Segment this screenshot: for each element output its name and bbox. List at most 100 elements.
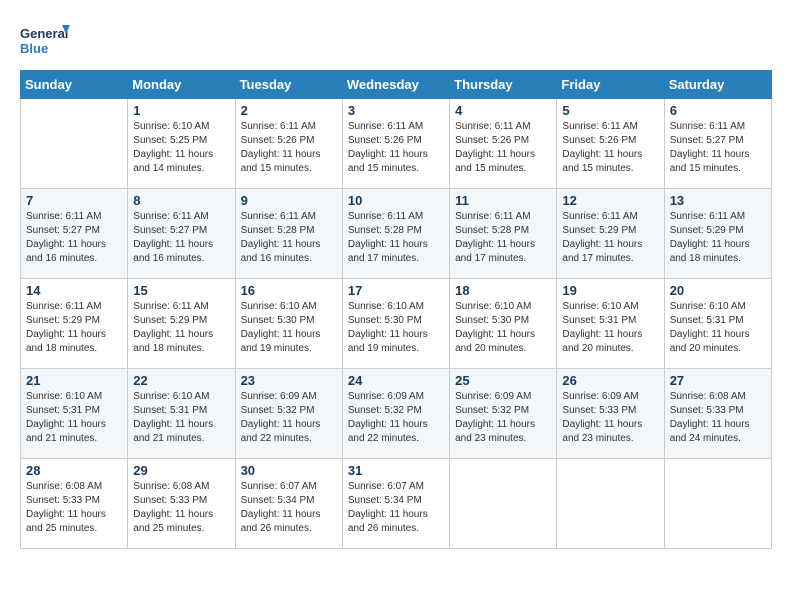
- day-number: 31: [348, 463, 444, 478]
- header: General Blue: [20, 20, 772, 60]
- day-number: 6: [670, 103, 766, 118]
- day-info: Sunrise: 6:11 AM Sunset: 5:27 PM Dayligh…: [670, 120, 766, 176]
- calendar-cell: [21, 99, 128, 189]
- calendar-cell: [557, 459, 664, 549]
- calendar-cell: 21 Sunrise: 6:10 AM Sunset: 5:31 PM Dayli…: [21, 369, 128, 459]
- day-info: Sunrise: 6:11 AM Sunset: 5:26 PM Dayligh…: [241, 120, 337, 176]
- day-number: 16: [241, 283, 337, 298]
- day-info: Sunrise: 6:11 AM Sunset: 5:29 PM Dayligh…: [133, 300, 229, 356]
- calendar-cell: 2 Sunrise: 6:11 AM Sunset: 5:26 PM Daylig…: [235, 99, 342, 189]
- calendar-cell: 14 Sunrise: 6:11 AM Sunset: 5:29 PM Dayli…: [21, 279, 128, 369]
- logo: General Blue: [20, 20, 70, 60]
- calendar-cell: 6 Sunrise: 6:11 AM Sunset: 5:27 PM Daylig…: [664, 99, 771, 189]
- day-number: 7: [26, 193, 122, 208]
- calendar-cell: 11 Sunrise: 6:11 AM Sunset: 5:28 PM Dayli…: [450, 189, 557, 279]
- day-number: 22: [133, 373, 229, 388]
- day-number: 28: [26, 463, 122, 478]
- day-number: 27: [670, 373, 766, 388]
- weekday-header-monday: Monday: [128, 71, 235, 99]
- day-number: 21: [26, 373, 122, 388]
- day-number: 25: [455, 373, 551, 388]
- calendar-cell: 25 Sunrise: 6:09 AM Sunset: 5:32 PM Dayli…: [450, 369, 557, 459]
- day-info: Sunrise: 6:11 AM Sunset: 5:26 PM Dayligh…: [562, 120, 658, 176]
- calendar-cell: 28 Sunrise: 6:08 AM Sunset: 5:33 PM Dayli…: [21, 459, 128, 549]
- calendar-week-4: 21 Sunrise: 6:10 AM Sunset: 5:31 PM Dayli…: [21, 369, 772, 459]
- day-info: Sunrise: 6:09 AM Sunset: 5:32 PM Dayligh…: [241, 390, 337, 446]
- day-info: Sunrise: 6:11 AM Sunset: 5:29 PM Dayligh…: [670, 210, 766, 266]
- calendar-cell: 20 Sunrise: 6:10 AM Sunset: 5:31 PM Dayli…: [664, 279, 771, 369]
- day-info: Sunrise: 6:11 AM Sunset: 5:29 PM Dayligh…: [26, 300, 122, 356]
- day-number: 2: [241, 103, 337, 118]
- day-info: Sunrise: 6:11 AM Sunset: 5:28 PM Dayligh…: [455, 210, 551, 266]
- day-number: 15: [133, 283, 229, 298]
- day-number: 18: [455, 283, 551, 298]
- calendar-cell: 13 Sunrise: 6:11 AM Sunset: 5:29 PM Dayli…: [664, 189, 771, 279]
- calendar-cell: 15 Sunrise: 6:11 AM Sunset: 5:29 PM Dayli…: [128, 279, 235, 369]
- day-info: Sunrise: 6:08 AM Sunset: 5:33 PM Dayligh…: [670, 390, 766, 446]
- weekday-header-wednesday: Wednesday: [342, 71, 449, 99]
- day-number: 1: [133, 103, 229, 118]
- day-info: Sunrise: 6:10 AM Sunset: 5:31 PM Dayligh…: [562, 300, 658, 356]
- weekday-header-sunday: Sunday: [21, 71, 128, 99]
- day-number: 8: [133, 193, 229, 208]
- day-info: Sunrise: 6:11 AM Sunset: 5:28 PM Dayligh…: [348, 210, 444, 266]
- calendar-cell: 3 Sunrise: 6:11 AM Sunset: 5:26 PM Daylig…: [342, 99, 449, 189]
- day-number: 30: [241, 463, 337, 478]
- day-number: 10: [348, 193, 444, 208]
- day-number: 26: [562, 373, 658, 388]
- calendar-week-3: 14 Sunrise: 6:11 AM Sunset: 5:29 PM Dayli…: [21, 279, 772, 369]
- calendar-cell: 10 Sunrise: 6:11 AM Sunset: 5:28 PM Dayli…: [342, 189, 449, 279]
- day-info: Sunrise: 6:11 AM Sunset: 5:26 PM Dayligh…: [455, 120, 551, 176]
- day-info: Sunrise: 6:10 AM Sunset: 5:30 PM Dayligh…: [455, 300, 551, 356]
- day-number: 20: [670, 283, 766, 298]
- day-number: 12: [562, 193, 658, 208]
- day-info: Sunrise: 6:10 AM Sunset: 5:31 PM Dayligh…: [670, 300, 766, 356]
- calendar-cell: 27 Sunrise: 6:08 AM Sunset: 5:33 PM Dayli…: [664, 369, 771, 459]
- calendar-cell: 31Sunrise: 6:07 AM Sunset: 5:34 PM Dayli…: [342, 459, 449, 549]
- day-info: Sunrise: 6:10 AM Sunset: 5:30 PM Dayligh…: [348, 300, 444, 356]
- calendar-cell: 9Sunrise: 6:11 AM Sunset: 5:28 PM Daylig…: [235, 189, 342, 279]
- day-number: 4: [455, 103, 551, 118]
- day-info: Sunrise: 6:10 AM Sunset: 5:25 PM Dayligh…: [133, 120, 229, 176]
- calendar-cell: 12 Sunrise: 6:11 AM Sunset: 5:29 PM Dayli…: [557, 189, 664, 279]
- calendar-cell: 1 Sunrise: 6:10 AM Sunset: 5:25 PM Daylig…: [128, 99, 235, 189]
- day-number: 17: [348, 283, 444, 298]
- calendar-cell: 23 Sunrise: 6:09 AM Sunset: 5:32 PM Dayli…: [235, 369, 342, 459]
- day-number: 5: [562, 103, 658, 118]
- calendar-cell: [664, 459, 771, 549]
- day-number: 13: [670, 193, 766, 208]
- weekday-header-tuesday: Tuesday: [235, 71, 342, 99]
- calendar-cell: 29Sunrise: 6:08 AM Sunset: 5:33 PM Dayli…: [128, 459, 235, 549]
- day-info: Sunrise: 6:09 AM Sunset: 5:32 PM Dayligh…: [455, 390, 551, 446]
- day-number: 3: [348, 103, 444, 118]
- svg-text:General: General: [20, 26, 68, 41]
- calendar-cell: 5 Sunrise: 6:11 AM Sunset: 5:26 PM Daylig…: [557, 99, 664, 189]
- calendar-cell: 19 Sunrise: 6:10 AM Sunset: 5:31 PM Dayli…: [557, 279, 664, 369]
- calendar-table: SundayMondayTuesdayWednesdayThursdayFrid…: [20, 70, 772, 549]
- day-info: Sunrise: 6:11 AM Sunset: 5:27 PM Dayligh…: [133, 210, 229, 266]
- day-info: Sunrise: 6:10 AM Sunset: 5:31 PM Dayligh…: [133, 390, 229, 446]
- day-number: 23: [241, 373, 337, 388]
- calendar-cell: 16 Sunrise: 6:10 AM Sunset: 5:30 PM Dayli…: [235, 279, 342, 369]
- day-number: 11: [455, 193, 551, 208]
- day-number: 14: [26, 283, 122, 298]
- calendar-header: SundayMondayTuesdayWednesdayThursdayFrid…: [21, 71, 772, 99]
- calendar-week-1: 1 Sunrise: 6:10 AM Sunset: 5:25 PM Daylig…: [21, 99, 772, 189]
- day-info: Sunrise: 6:09 AM Sunset: 5:33 PM Dayligh…: [562, 390, 658, 446]
- svg-text:Blue: Blue: [20, 41, 48, 56]
- day-info: Sunrise: 6:09 AM Sunset: 5:32 PM Dayligh…: [348, 390, 444, 446]
- day-info: Sunrise: 6:10 AM Sunset: 5:30 PM Dayligh…: [241, 300, 337, 356]
- day-info: Sunrise: 6:11 AM Sunset: 5:28 PM Dayligh…: [241, 210, 337, 266]
- weekday-header-thursday: Thursday: [450, 71, 557, 99]
- calendar-cell: 26 Sunrise: 6:09 AM Sunset: 5:33 PM Dayli…: [557, 369, 664, 459]
- calendar-cell: 24Sunrise: 6:09 AM Sunset: 5:32 PM Dayli…: [342, 369, 449, 459]
- day-info: Sunrise: 6:08 AM Sunset: 5:33 PM Dayligh…: [26, 480, 122, 536]
- day-number: 19: [562, 283, 658, 298]
- weekday-header-friday: Friday: [557, 71, 664, 99]
- calendar-cell: 7Sunrise: 6:11 AM Sunset: 5:27 PM Daylig…: [21, 189, 128, 279]
- day-info: Sunrise: 6:11 AM Sunset: 5:26 PM Dayligh…: [348, 120, 444, 176]
- day-info: Sunrise: 6:10 AM Sunset: 5:31 PM Dayligh…: [26, 390, 122, 446]
- calendar-cell: 4 Sunrise: 6:11 AM Sunset: 5:26 PM Daylig…: [450, 99, 557, 189]
- day-info: Sunrise: 6:11 AM Sunset: 5:29 PM Dayligh…: [562, 210, 658, 266]
- calendar-cell: 30Sunrise: 6:07 AM Sunset: 5:34 PM Dayli…: [235, 459, 342, 549]
